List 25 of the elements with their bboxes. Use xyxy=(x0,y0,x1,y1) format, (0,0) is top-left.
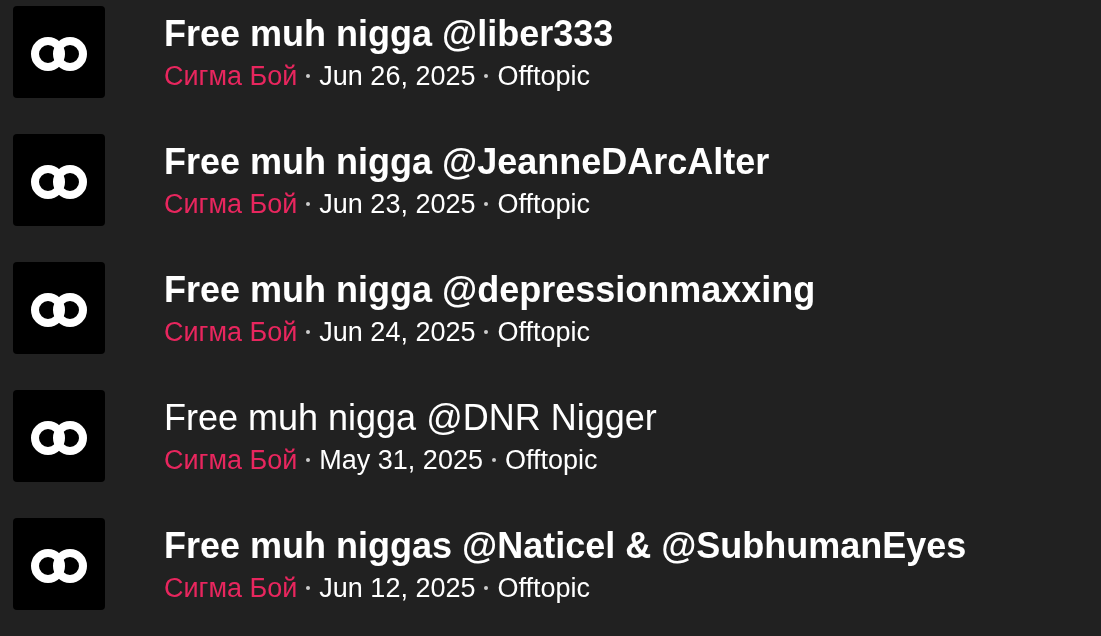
post-date: Jun 26, 2025 xyxy=(319,60,476,93)
post-date: Jun 12, 2025 xyxy=(319,572,476,605)
thread-title[interactable]: Free muh nigga @DNR Nigger xyxy=(164,396,657,440)
author-link[interactable]: Сигма Бой xyxy=(164,314,298,350)
post-date: May 31, 2025 xyxy=(319,444,483,477)
thread-title[interactable]: Free muh niggas @Naticel & @SubhumanEyes xyxy=(164,524,967,568)
avatar-icon[interactable] xyxy=(13,518,105,610)
forum-link[interactable]: Offtopic xyxy=(497,314,591,350)
thread-title[interactable]: Free muh nigga @liber333 xyxy=(164,12,614,56)
avatar-icon[interactable] xyxy=(13,390,105,482)
author-link[interactable]: Сигма Бой xyxy=(164,58,298,94)
forum-link[interactable]: Offtopic xyxy=(497,186,591,222)
thread-title[interactable]: Free muh nigga @depressionmaxxing xyxy=(164,268,816,312)
forum-link[interactable]: Offtopic xyxy=(497,570,591,606)
post-date: Jun 24, 2025 xyxy=(319,316,476,349)
avatar-icon[interactable] xyxy=(13,134,105,226)
avatar-icon[interactable] xyxy=(13,262,105,354)
avatar-icon[interactable] xyxy=(13,6,105,98)
thread-title[interactable]: Free muh nigga @JeanneDArcAlter xyxy=(164,140,770,184)
post-date: Jun 23, 2025 xyxy=(319,188,476,221)
forum-link[interactable]: Offtopic xyxy=(497,58,591,94)
forum-link[interactable]: Offtopic xyxy=(504,442,598,478)
author-link[interactable]: Сигма Бой xyxy=(164,442,298,478)
author-link[interactable]: Сигма Бой xyxy=(164,570,298,606)
author-link[interactable]: Сигма Бой xyxy=(164,186,298,222)
